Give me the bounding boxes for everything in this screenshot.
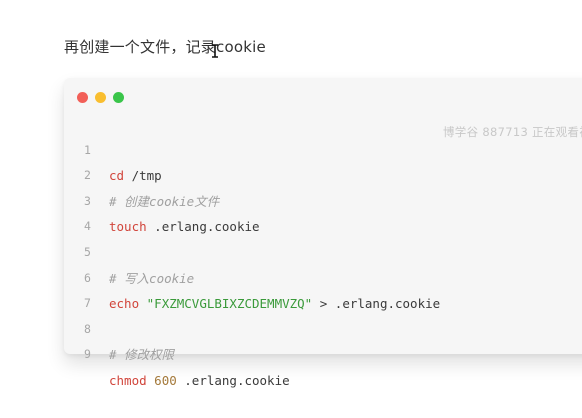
code-line: 6 echo "FXZMCVGLBIXZCDEMMVZQ" > .erlang.…: [64, 240, 582, 312]
line-number: 9: [84, 347, 91, 362]
code-line: 8 # 修改权限: [64, 291, 582, 363]
number-token: 600: [154, 372, 177, 388]
code-line: 2 # 创建cookie文件: [64, 138, 582, 209]
page: 再创建一个文件，记录cookie 1 cd /tmp 2 # 创建cookie文…: [0, 0, 582, 418]
code-line: 4: [64, 189, 582, 233]
minimize-dot-icon: [95, 92, 106, 103]
intro-text: 再创建一个文件，记录cookie: [64, 38, 266, 56]
maximize-dot-icon: [113, 92, 124, 103]
code-line: 5 # 写入cookie: [64, 214, 582, 286]
close-dot-icon: [77, 92, 88, 103]
window-controls: [77, 92, 124, 103]
code-line: 9 chmod 600 .erlang.cookie: [64, 317, 582, 388]
code-block: 1 cd /tmp 2 # 创建cookie文件 3 touch .erlang…: [64, 78, 582, 388]
command-token: chmod: [109, 372, 147, 388]
code-text: chmod 600 .erlang.cookie: [109, 368, 290, 394]
text-cursor-icon: [212, 44, 218, 58]
argument-token: .erlang.cookie: [176, 372, 290, 388]
watermark: 博学谷 887713 正在观看视: [443, 125, 582, 139]
code-lines: 1 cd /tmp 2 # 创建cookie文件 3 touch .erlang…: [64, 112, 582, 388]
code-line: 7: [64, 266, 582, 310]
code-line: 3 touch .erlang.cookie: [64, 163, 582, 235]
